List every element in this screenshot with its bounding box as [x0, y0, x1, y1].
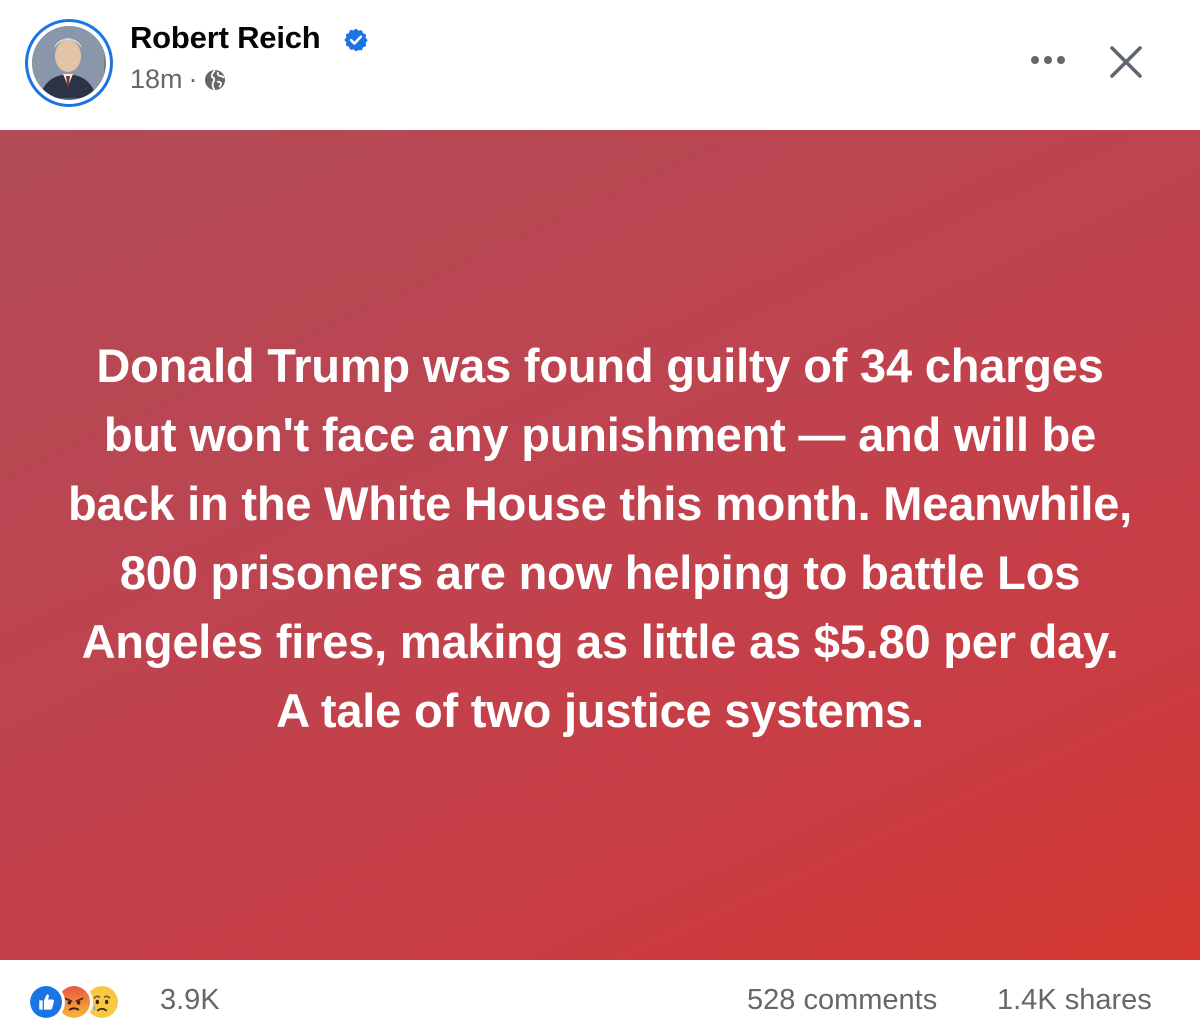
- more-dot: [1044, 56, 1052, 64]
- verified-badge-icon: [344, 28, 368, 52]
- more-options-icon[interactable]: [1022, 42, 1074, 78]
- author-name[interactable]: Robert Reich: [130, 20, 321, 56]
- author-avatar[interactable]: [25, 19, 113, 107]
- globe-icon: [204, 69, 225, 90]
- post-text-background: Donald Trump was found guilty of 34 char…: [0, 130, 1200, 960]
- avatar-image: [32, 26, 106, 100]
- meta-separator: ·: [188, 64, 198, 94]
- close-icon[interactable]: [1100, 36, 1152, 88]
- more-dot: [1057, 56, 1065, 64]
- like-icon: [27, 983, 65, 1021]
- post-timestamp[interactable]: 18m: [130, 64, 183, 95]
- shares-count-link[interactable]: 1.4K shares: [997, 984, 1152, 1017]
- more-dot: [1031, 56, 1039, 64]
- post-header: Robert Reich 18m ·: [0, 0, 1200, 130]
- reaction-count[interactable]: 3.9K: [160, 984, 220, 1017]
- comments-count-link[interactable]: 528 comments: [747, 984, 937, 1017]
- facebook-post: Robert Reich 18m · Donald Trump was foun…: [0, 0, 1200, 1028]
- post-text: Donald Trump was found guilty of 34 char…: [67, 339, 1133, 737]
- reactions-summary[interactable]: [27, 983, 157, 1021]
- post-meta: 18m ·: [130, 64, 227, 95]
